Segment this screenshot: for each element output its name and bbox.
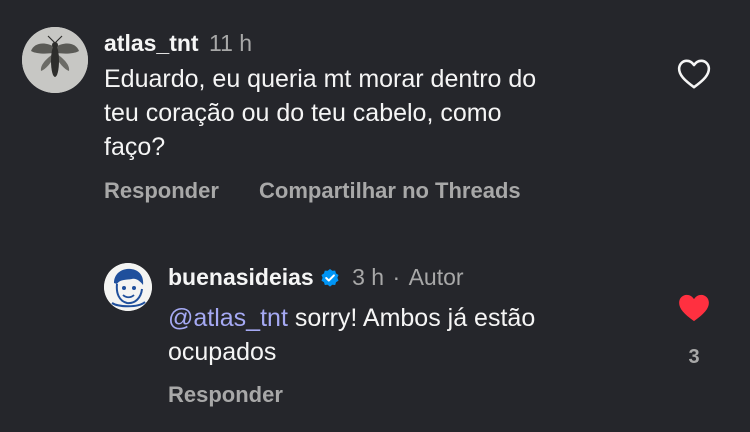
moth-avatar[interactable] [22,27,88,93]
comment-actions: Responder Compartilhar no Threads [104,178,521,204]
comment-time: 11 h [208,30,253,56]
comment-text: Eduardo, eu queria mt morar dentro do te… [104,62,536,164]
share-threads-button[interactable]: Compartilhar no Threads [259,178,521,204]
comment-header: atlas_tnt 11 h [104,29,252,57]
comment-text-line-2: teu coração ou do teu cabelo, como [104,99,502,127]
reply-actions: Responder [168,382,283,408]
heart-filled-icon[interactable] [677,292,711,324]
reply-button[interactable]: Responder [104,178,219,204]
reply-reply-button[interactable]: Responder [168,382,283,408]
reply-separator: · [392,264,401,290]
heart-outline-icon[interactable] [677,58,711,90]
buenasideias-avatar[interactable] [104,263,152,311]
reply-text: @atlas_tnt sorry! Ambos já estão ocupado… [168,301,535,369]
reply-text-after-mention: sorry! Ambos já estão [287,304,536,332]
reply-username[interactable]: buenasideias [168,264,314,290]
comment-text-line-3: faço? [104,133,166,161]
face-sketch-icon [104,263,152,311]
mention-link[interactable]: @atlas_tnt [168,304,288,332]
like-count[interactable]: 3 [679,346,709,369]
reply-header: buenasideias 3 h · Autor [168,263,464,294]
reply-text-line-1: @atlas_tnt sorry! Ambos já estão [168,301,535,335]
reply-time: 3 h [352,264,385,290]
verified-badge-icon [320,266,340,294]
comment-atlas: atlas_tnt 11 h Eduardo, eu queria mt mor… [0,0,750,230]
reply-text-line-2: ocupados [168,338,277,366]
moth-icon [22,27,88,93]
comment-username[interactable]: atlas_tnt [104,30,199,56]
reply-buenasideias: buenasideias 3 h · Autor @atlas_tnt sorr… [0,230,750,432]
author-label: Autor [408,264,464,290]
comment-text-line-1: Eduardo, eu queria mt morar dentro do [104,65,537,93]
